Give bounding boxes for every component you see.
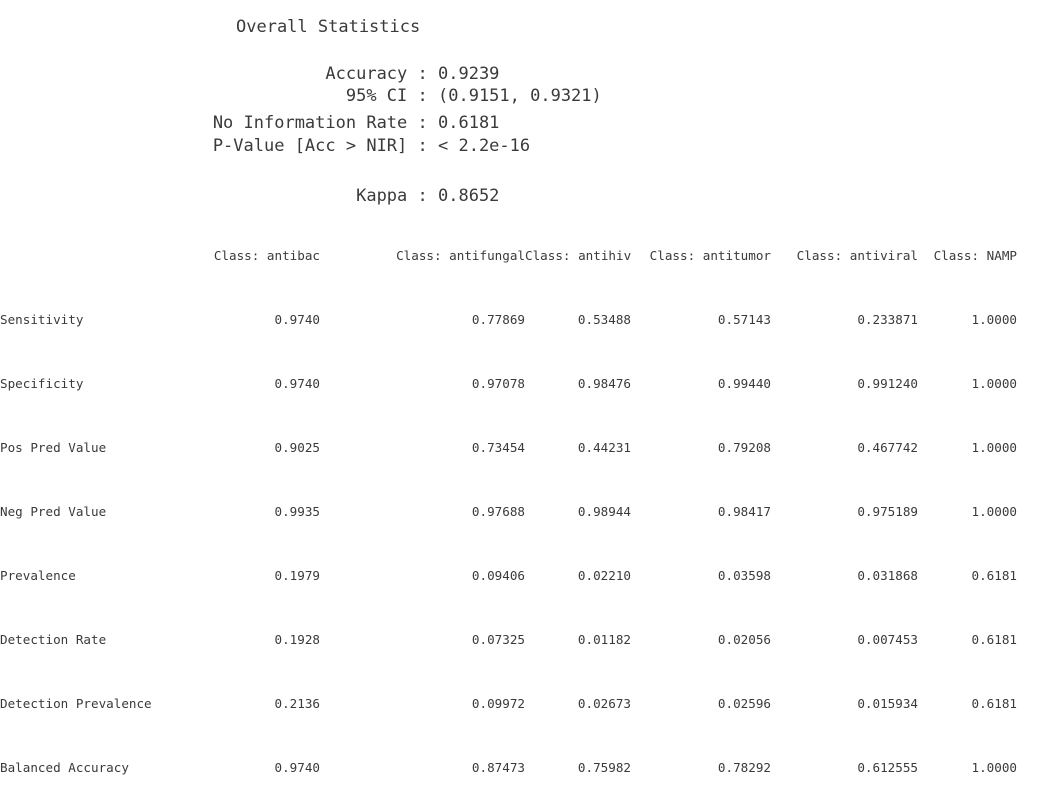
table-cell: 0.6181 xyxy=(971,568,1018,583)
table-cell: 1.0000 xyxy=(971,504,1018,519)
table-cell: 0.87473 xyxy=(471,760,525,775)
stat-label: Kappa xyxy=(356,186,408,206)
stat-separator: : xyxy=(407,113,438,133)
row-label: Specificity xyxy=(0,376,84,391)
table-cell: 0.97688 xyxy=(471,504,525,519)
table-cell: 1.0000 xyxy=(971,440,1018,455)
table-row: Detection Prevalence 0.2136 0.09972 0.02… xyxy=(0,696,1017,712)
table-header-row: Class: antibac Class: antifungal Class: … xyxy=(0,248,1017,264)
stat-value: 0.8652 xyxy=(438,186,500,206)
table-cell: 0.07325 xyxy=(471,632,525,647)
table-cell: 0.02596 xyxy=(717,696,771,711)
table-cell: 0.9740 xyxy=(274,376,321,391)
table-cell: 0.75982 xyxy=(577,760,631,775)
row-label: Balanced Accuracy xyxy=(0,760,129,775)
stat-separator: : xyxy=(407,186,438,206)
stat-label: Accuracy xyxy=(325,64,408,84)
table-cell: 0.97078 xyxy=(471,376,525,391)
table-cell: 0.9740 xyxy=(274,312,321,327)
table-cell: 0.79208 xyxy=(717,440,771,455)
table-cell: 0.612555 xyxy=(857,760,918,775)
stat-value: 0.6181 xyxy=(438,113,500,133)
column-header: Class: antibac xyxy=(213,248,320,263)
class-statistics-table: Class: antibac Class: antifungal Class: … xyxy=(0,216,1017,792)
column-header: Class: NAMP xyxy=(933,248,1017,263)
column-header: Class: antifungal xyxy=(396,248,525,263)
table-cell: 0.01182 xyxy=(577,632,631,647)
table-cell: 0.6181 xyxy=(971,632,1018,647)
table-cell: 0.57143 xyxy=(717,312,771,327)
table-corner xyxy=(0,248,148,264)
row-label: Detection Rate xyxy=(0,632,107,647)
table-cell: 0.1928 xyxy=(274,632,321,647)
table-cell: 0.467742 xyxy=(857,440,918,455)
stat-separator: : xyxy=(407,86,438,106)
table-cell: 1.0000 xyxy=(971,312,1018,327)
stat-no-information-rate: No Information Rate : 0.6181 xyxy=(213,113,624,133)
stat-value: < 2.2e-16 xyxy=(438,136,531,156)
stat-confidence-interval: 95% CI : (0.9151, 0.9321) xyxy=(346,86,624,106)
table-row: Sensitivity 0.9740 0.77869 0.53488 0.571… xyxy=(0,312,1017,328)
table-cell: 0.9740 xyxy=(274,760,321,775)
overall-statistics-title: Overall Statistics xyxy=(236,17,421,37)
stat-label: 95% CI xyxy=(345,86,408,106)
table-row: Neg Pred Value 0.9935 0.97688 0.98944 0.… xyxy=(0,504,1017,520)
table-cell: 0.02210 xyxy=(577,568,631,583)
table-cell: 0.98944 xyxy=(577,504,631,519)
table-cell: 0.44231 xyxy=(577,440,631,455)
table-cell: 0.031868 xyxy=(857,568,918,583)
table-cell: 0.015934 xyxy=(857,696,918,711)
stat-value: (0.9151, 0.9321) xyxy=(438,86,602,106)
table-cell: 0.233871 xyxy=(857,312,918,327)
stat-separator: : xyxy=(407,64,438,84)
table-cell: 0.73454 xyxy=(471,440,525,455)
table-cell: 0.007453 xyxy=(857,632,918,647)
table-cell: 0.78292 xyxy=(717,760,771,775)
table-cell: 0.98417 xyxy=(717,504,771,519)
stat-p-value: P-Value [Acc > NIR] : < 2.2e-16 xyxy=(213,136,624,156)
table-cell: 0.9025 xyxy=(274,440,321,455)
row-label: Sensitivity xyxy=(0,312,84,327)
column-header: Class: antihiv xyxy=(525,248,632,263)
table-row: Specificity 0.9740 0.97078 0.98476 0.994… xyxy=(0,376,1017,392)
table-row: Detection Rate 0.1928 0.07325 0.01182 0.… xyxy=(0,632,1017,648)
table-cell: 0.2136 xyxy=(274,696,321,711)
stat-label: P-Value [Acc > NIR] xyxy=(212,136,408,156)
table-cell: 0.9935 xyxy=(274,504,321,519)
table-cell: 1.0000 xyxy=(971,760,1018,775)
row-label: Prevalence xyxy=(0,568,76,583)
table-cell: 0.09972 xyxy=(471,696,525,711)
table-cell: 0.09406 xyxy=(471,568,525,583)
stat-separator: : xyxy=(407,136,438,156)
table-cell: 0.6181 xyxy=(971,696,1018,711)
table-cell: 0.02056 xyxy=(717,632,771,647)
table-row: Pos Pred Value 0.9025 0.73454 0.44231 0.… xyxy=(0,440,1017,456)
table-cell: 0.77869 xyxy=(471,312,525,327)
table-row: Balanced Accuracy 0.9740 0.87473 0.75982… xyxy=(0,760,1017,776)
table-cell: 0.99440 xyxy=(717,376,771,391)
table-cell: 0.975189 xyxy=(857,504,918,519)
table-cell: 0.991240 xyxy=(857,376,918,391)
column-header: Class: antitumor xyxy=(649,248,771,263)
table-cell: 0.98476 xyxy=(577,376,631,391)
row-label: Neg Pred Value xyxy=(0,504,107,519)
stat-label: No Information Rate xyxy=(212,113,408,133)
row-label: Pos Pred Value xyxy=(0,440,107,455)
table-cell: 0.1979 xyxy=(274,568,321,583)
table-row: Prevalence 0.1979 0.09406 0.02210 0.0359… xyxy=(0,568,1017,584)
stat-kappa: Kappa : 0.8652 xyxy=(356,186,624,206)
stat-value: 0.9239 xyxy=(438,64,500,84)
table-cell: 0.03598 xyxy=(717,568,771,583)
table-cell: 0.02673 xyxy=(577,696,631,711)
stat-accuracy: Accuracy : 0.9239 xyxy=(325,64,624,84)
column-header: Class: antiviral xyxy=(796,248,918,263)
row-label: Detection Prevalence xyxy=(0,696,152,711)
table-cell: 1.0000 xyxy=(971,376,1018,391)
table-cell: 0.53488 xyxy=(577,312,631,327)
